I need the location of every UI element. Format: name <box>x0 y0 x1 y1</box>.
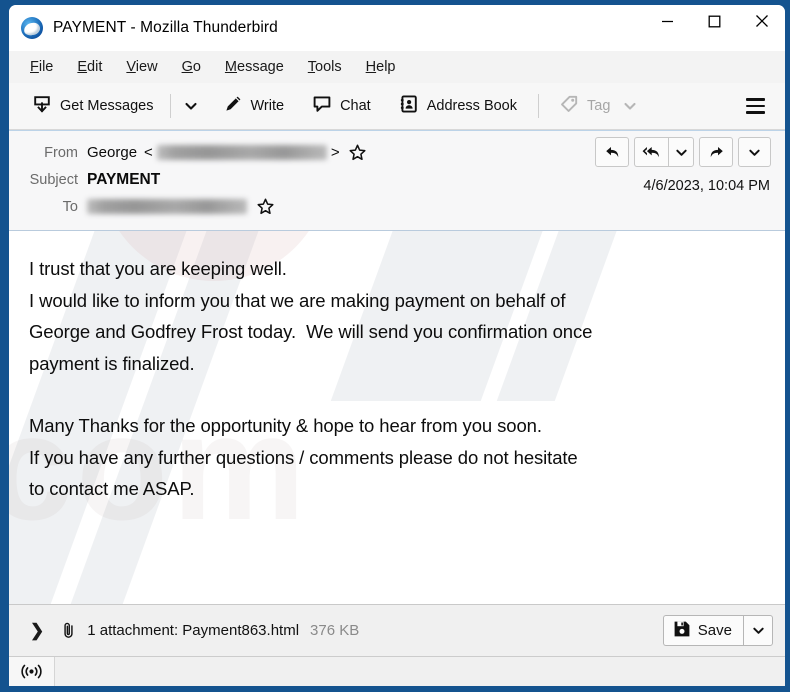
get-messages-label: Get Messages <box>60 98 154 114</box>
chevron-down-icon <box>675 149 687 156</box>
tag-icon <box>559 94 579 118</box>
main-toolbar: Get Messages Write Chat Address Book Tag <box>9 83 785 130</box>
thunderbird-window: PAYMENT - Mozilla Thunderbird File Edit … <box>0 0 790 692</box>
forward-button[interactable] <box>699 137 733 167</box>
menu-item-tools[interactable]: Tools <box>297 55 353 79</box>
address-book-button[interactable]: Address Book <box>390 88 526 124</box>
menu-item-message[interactable]: Message <box>214 55 295 79</box>
body-paragraph-1: I trust that you are keeping well. I wou… <box>29 258 593 374</box>
message-header: From George < > Subject PAYMENT To 4/6/2… <box>9 130 785 231</box>
reply-button[interactable] <box>595 137 629 167</box>
from-star-icon[interactable] <box>349 144 366 161</box>
from-address-redacted <box>156 145 327 160</box>
from-display-name: George <box>87 144 138 161</box>
get-messages-button[interactable]: Get Messages <box>23 88 163 124</box>
menu-accesskey: E <box>77 59 88 75</box>
chevron-down-icon <box>752 627 764 634</box>
reply-all-dropdown-button[interactable] <box>668 137 694 167</box>
minimize-icon[interactable] <box>644 5 691 37</box>
tag-dropdown-chevron-down-icon[interactable] <box>623 99 637 113</box>
menu-accesskey: F <box>30 59 39 75</box>
subject-value: PAYMENT <box>87 170 161 188</box>
from-bracket-close: > <box>330 144 340 161</box>
chevron-down-icon <box>749 149 760 156</box>
thunderbird-logo-icon <box>21 17 43 39</box>
menu-item-edit[interactable]: Edit <box>66 55 113 79</box>
maximize-icon[interactable] <box>691 5 738 37</box>
close-icon[interactable] <box>738 5 785 37</box>
message-body: com I trust that you are keeping well. I… <box>9 231 785 604</box>
chat-bubble-icon <box>312 94 332 118</box>
menu-item-file[interactable]: File <box>19 55 64 79</box>
menu-accesskey: V <box>126 59 136 75</box>
body-paragraph-gap <box>29 379 765 410</box>
menu-bar: File Edit View Go Message Tools Help <box>9 51 785 83</box>
chat-label: Chat <box>340 98 371 114</box>
title-bar: PAYMENT - Mozilla Thunderbird <box>9 5 785 51</box>
menu-item-go[interactable]: Go <box>171 55 212 79</box>
menu-label: dit <box>87 59 103 75</box>
menu-label: essage <box>237 59 284 75</box>
menu-accesskey: H <box>365 59 377 75</box>
paperclip-icon <box>59 621 78 640</box>
attachment-expander-icon[interactable]: ❯ <box>23 618 51 644</box>
to-value[interactable] <box>87 198 274 215</box>
toolbar-separator-2 <box>538 94 539 118</box>
status-bar <box>9 656 785 686</box>
save-button[interactable]: Save <box>662 615 743 646</box>
more-actions-dropdown-button[interactable] <box>738 137 771 167</box>
chat-button[interactable]: Chat <box>303 88 380 124</box>
subject-label: Subject <box>29 171 78 188</box>
window-controls <box>644 5 785 51</box>
attachment-size: 376 KB <box>310 622 360 639</box>
message-date: 4/6/2023, 10:04 PM <box>643 178 770 194</box>
reply-all-icon <box>642 146 659 157</box>
menu-label: iew <box>135 59 158 75</box>
to-star-icon[interactable] <box>257 198 274 215</box>
floppy-disk-icon <box>673 620 691 642</box>
save-button-group: Save <box>662 615 773 646</box>
window-title: PAYMENT - Mozilla Thunderbird <box>53 19 278 36</box>
menu-accesskey: M <box>224 59 238 75</box>
get-messages-dropdown-button[interactable] <box>178 93 204 119</box>
window-inner: PAYMENT - Mozilla Thunderbird File Edit … <box>9 5 785 686</box>
write-label: Write <box>250 98 285 114</box>
write-button[interactable]: Write <box>214 88 294 124</box>
from-value[interactable]: George < > <box>87 144 366 161</box>
menu-label: ools <box>315 59 342 75</box>
tag-button[interactable]: Tag <box>550 88 646 124</box>
attachment-bar: ❯ 1 attachment: Payment863.html 376 KB S… <box>9 604 785 656</box>
save-dropdown-button[interactable] <box>743 615 773 646</box>
from-label: From <box>44 144 78 161</box>
get-messages-icon <box>32 94 52 118</box>
menu-label: elp <box>376 59 396 75</box>
menu-accesskey: T <box>307 59 316 75</box>
message-action-buttons <box>590 137 771 167</box>
menu-item-view[interactable]: View <box>115 55 168 79</box>
body-paragraph-2: Many Thanks for the opportunity & hope t… <box>29 415 578 499</box>
chevron-down-icon <box>184 102 197 110</box>
menu-item-help[interactable]: Help <box>355 55 407 79</box>
toolbar-separator <box>169 94 171 118</box>
broadcast-online-icon[interactable] <box>9 657 55 686</box>
status-text <box>55 657 785 686</box>
address-book-icon <box>399 94 419 118</box>
reply-all-button[interactable] <box>634 137 668 167</box>
menu-label: ile <box>38 59 54 75</box>
attachment-label[interactable]: 1 attachment: Payment863.html <box>87 622 299 639</box>
to-row: To <box>9 193 785 220</box>
pencil-icon <box>223 94 243 118</box>
to-label: To <box>62 198 78 215</box>
reply-icon <box>605 146 618 157</box>
address-book-label: Address Book <box>426 98 517 114</box>
save-label: Save <box>697 622 732 639</box>
app-menu-hamburger-icon[interactable] <box>738 92 773 119</box>
tag-label: Tag <box>587 98 611 114</box>
to-address-redacted <box>87 199 247 214</box>
menu-label: o <box>192 59 201 75</box>
forward-icon <box>710 146 723 157</box>
from-bracket-open: < <box>144 144 153 161</box>
menu-accesskey: G <box>181 59 193 75</box>
